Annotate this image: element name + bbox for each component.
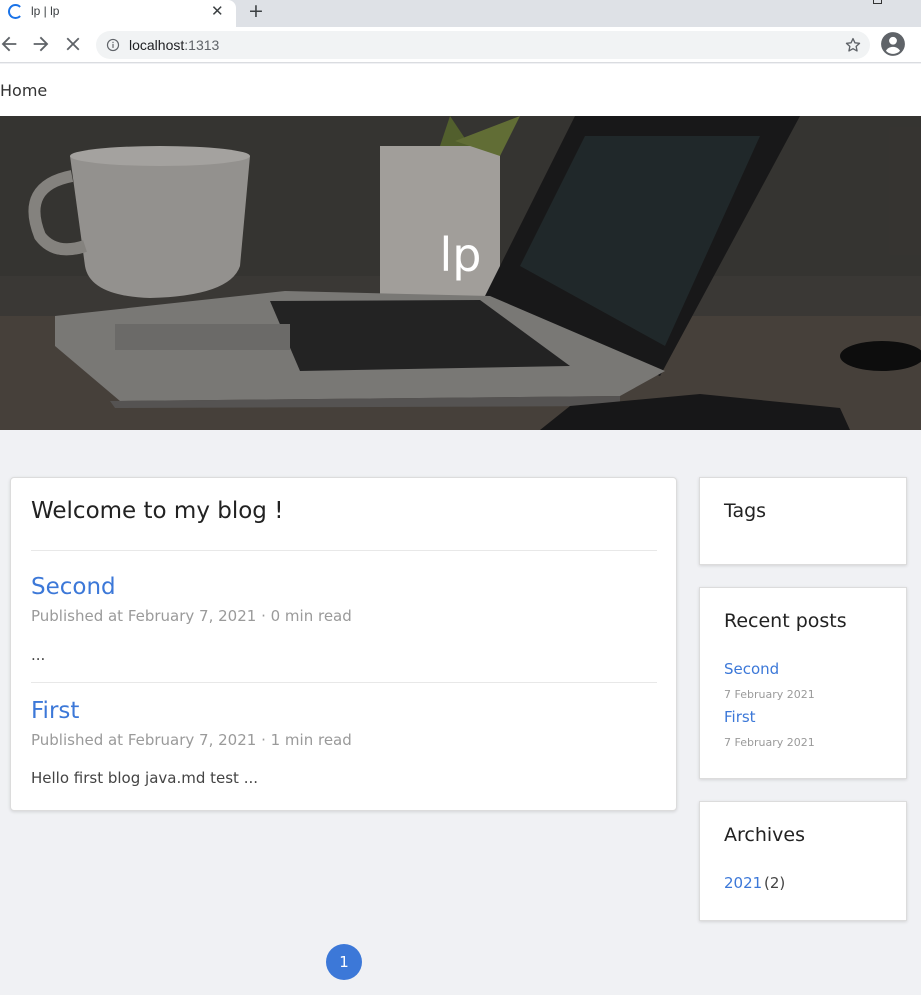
post-meta: Published at February 7, 2021 · 0 min re…	[31, 607, 352, 625]
page-heading: Welcome to my blog !	[31, 498, 284, 524]
post-divider	[31, 682, 657, 683]
post-title-link[interactable]: First	[31, 698, 79, 724]
tags-widget: Tags	[699, 477, 907, 565]
address-bar[interactable]: localhost:1313	[96, 31, 870, 59]
recent-post-link[interactable]: Second	[724, 660, 779, 678]
tags-title: Tags	[724, 500, 767, 522]
site-navbar: Home	[0, 64, 921, 116]
tab-title: lp | lp	[31, 4, 60, 18]
hero-title: lp	[439, 228, 482, 282]
archives-widget: Archives 2021 (2)	[699, 801, 907, 921]
new-tab-button[interactable]: +	[248, 0, 264, 22]
nav-home-link[interactable]: Home	[0, 81, 47, 100]
browser-toolbar: localhost:1313	[0, 27, 921, 63]
close-tab-icon[interactable]: ✕	[211, 2, 224, 20]
post-excerpt: ...	[31, 646, 46, 664]
post-title-link[interactable]: Second	[31, 574, 116, 600]
window-maximize-icon[interactable]	[873, 0, 882, 4]
archive-year-link[interactable]: 2021	[724, 874, 762, 892]
archives-title: Archives	[724, 824, 805, 846]
recent-posts-title: Recent posts	[724, 610, 847, 632]
recent-post-date: 7 February 2021	[724, 736, 815, 749]
stop-loading-icon[interactable]	[62, 33, 84, 55]
recent-post-date: 7 February 2021	[724, 688, 815, 701]
post-list-card: Welcome to my blog ! Second Published at…	[10, 477, 677, 811]
post-excerpt: Hello first blog java.md test ...	[31, 769, 258, 787]
hero-banner: lp	[0, 116, 921, 430]
browser-tab-strip: lp | lp ✕ +	[0, 0, 921, 27]
loading-spinner-icon	[8, 4, 23, 19]
url-text[interactable]: localhost:1313	[129, 37, 219, 53]
recent-post-link[interactable]: First	[724, 708, 756, 726]
archive-count: (2)	[764, 874, 786, 892]
site-info-icon[interactable]	[106, 38, 120, 52]
recent-posts-widget: Recent posts Second 7 February 2021 Firs…	[699, 587, 907, 779]
post-meta: Published at February 7, 2021 · 1 min re…	[31, 731, 352, 749]
back-arrow-icon[interactable]	[0, 33, 20, 55]
url-port: :1313	[184, 37, 220, 53]
profile-avatar-icon[interactable]	[880, 31, 906, 57]
forward-arrow-icon[interactable]	[30, 33, 52, 55]
pagination-page-1[interactable]: 1	[326, 944, 362, 980]
heading-divider	[31, 550, 657, 551]
browser-tab[interactable]: lp | lp ✕	[0, 0, 236, 27]
url-host: localhost	[129, 37, 185, 53]
bookmark-star-icon[interactable]	[844, 36, 862, 54]
